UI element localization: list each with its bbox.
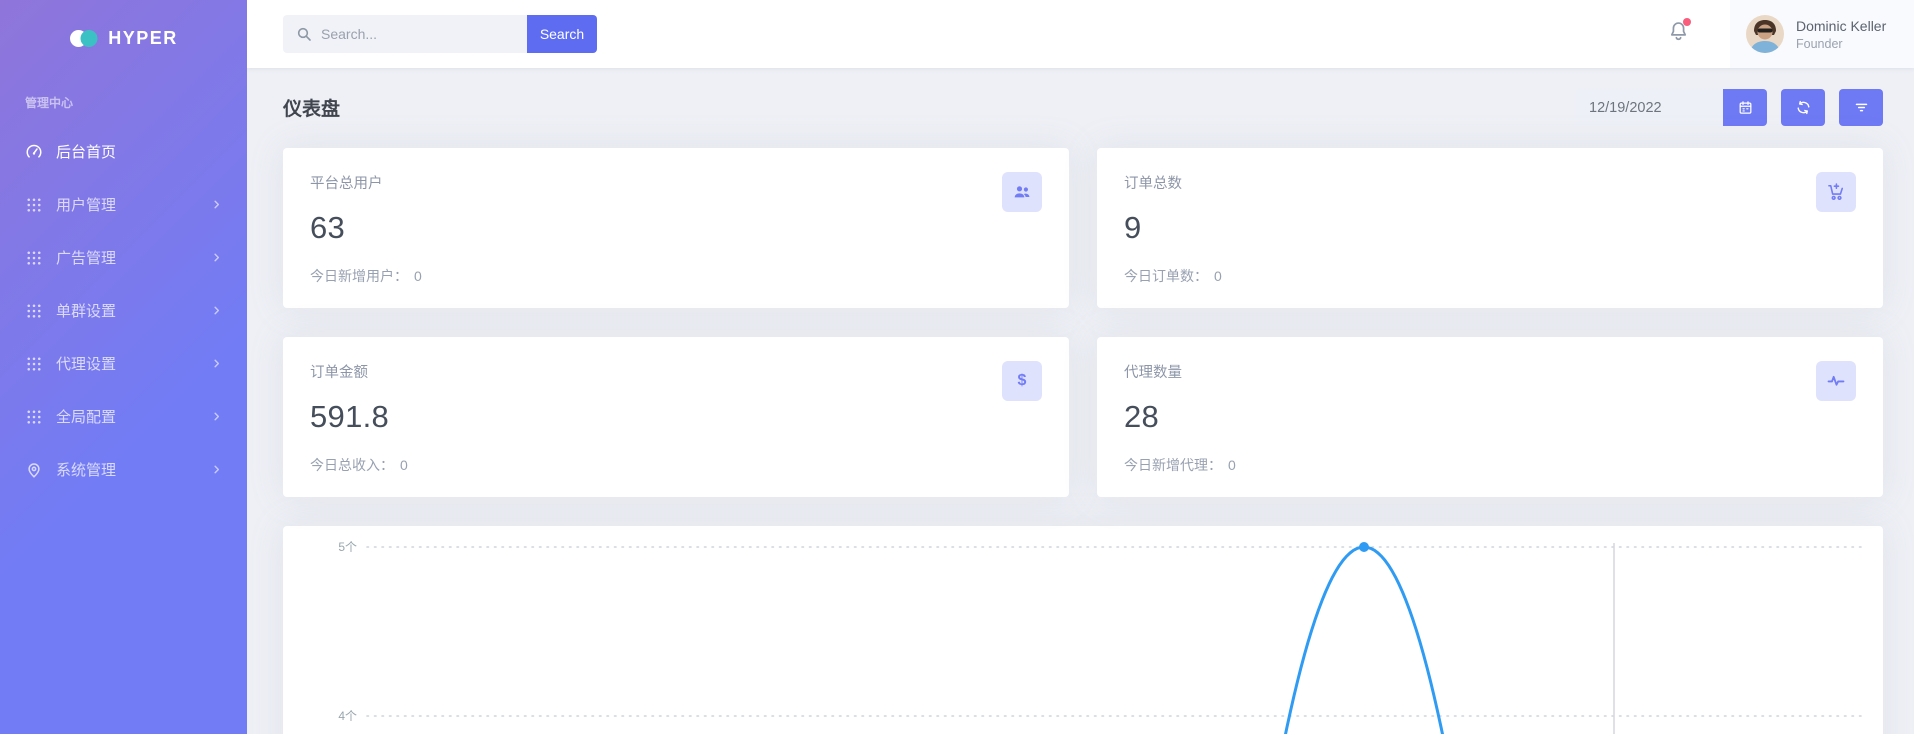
filter-icon — [1854, 100, 1869, 115]
notification-badge — [1683, 18, 1691, 26]
date-input[interactable] — [1575, 89, 1723, 126]
dollar-glyph: $ — [1018, 372, 1027, 390]
stat-subtitle-value: 0 — [1214, 268, 1222, 284]
sidebar-item-system-management[interactable]: 系统管理 — [0, 443, 247, 496]
content: 仪表盘 平台总用户 63 — [247, 68, 1914, 734]
sidebar-item-label: 用户管理 — [56, 194, 116, 215]
sidebar-item-label: 系统管理 — [56, 459, 116, 480]
user-name: Dominic Keller — [1796, 18, 1886, 34]
stat-card-agent-count: 代理数量 28 今日新增代理： 0 — [1097, 337, 1883, 497]
sidebar-section-label: 管理中心 — [0, 76, 247, 125]
calendar-button[interactable] — [1723, 89, 1767, 126]
sidebar-item-label: 单群设置 — [56, 300, 116, 321]
stat-subtitle-label: 今日新增代理： — [1124, 457, 1222, 473]
search-button[interactable]: Search — [527, 15, 597, 53]
head-controls — [1575, 89, 1883, 126]
search-icon — [296, 26, 312, 42]
stat-title: 代理数量 — [1124, 361, 1856, 382]
svg-text:5个: 5个 — [338, 540, 357, 554]
page-title: 仪表盘 — [283, 94, 340, 121]
map-pin-icon — [25, 461, 43, 479]
sidebar-item-group-settings[interactable]: 单群设置 — [0, 284, 247, 337]
search-input[interactable] — [283, 15, 527, 53]
stat-subtitle: 今日总收入： 0 — [310, 455, 408, 475]
logo-text: HYPER — [108, 28, 178, 49]
people-icon — [1002, 172, 1042, 212]
stat-value: 591.8 — [310, 399, 1042, 435]
chevron-right-icon — [211, 305, 222, 316]
filter-button[interactable] — [1839, 89, 1883, 126]
sidebar: HYPER 管理中心 后台首页 用户管理 广告管理 单群设置 代理设置 全局配置… — [0, 0, 247, 734]
refresh-button[interactable] — [1781, 89, 1825, 126]
svg-text:4个: 4个 — [338, 709, 357, 723]
logo-circles-icon — [69, 29, 99, 48]
sidebar-item-dashboard[interactable]: 后台首页 — [0, 125, 247, 178]
topbar-right: Dominic Keller Founder — [1667, 0, 1914, 68]
stat-card-total-users: 平台总用户 63 今日新增用户： 0 — [283, 148, 1069, 308]
calendar-icon — [1738, 100, 1753, 115]
search-group: Search — [283, 15, 597, 53]
refresh-icon — [1796, 100, 1811, 115]
stats-row-2: 订单金额 591.8 今日总收入： 0 $ 代理数量 28 今日新增代理： 0 — [283, 337, 1883, 497]
stat-subtitle-label: 今日订单数： — [1124, 268, 1208, 284]
user-menu[interactable]: Dominic Keller Founder — [1730, 0, 1914, 68]
sidebar-item-ad-management[interactable]: 广告管理 — [0, 231, 247, 284]
chevron-right-icon — [211, 199, 222, 210]
cart-plus-icon — [1816, 172, 1856, 212]
sidebar-item-label: 后台首页 — [56, 141, 116, 162]
stat-value: 28 — [1124, 399, 1856, 435]
grid-icon — [25, 408, 43, 426]
topbar: Search Dominic Keller — [247, 0, 1914, 68]
grid-icon — [25, 249, 43, 267]
app-logo[interactable]: HYPER — [0, 0, 247, 76]
notifications-button[interactable] — [1667, 20, 1690, 48]
speedometer-icon — [25, 143, 43, 161]
stat-subtitle-value: 0 — [414, 268, 422, 284]
stat-subtitle: 今日订单数： 0 — [1124, 266, 1222, 286]
sidebar-item-global-config[interactable]: 全局配置 — [0, 390, 247, 443]
stat-card-order-amount: 订单金额 591.8 今日总收入： 0 $ — [283, 337, 1069, 497]
stat-title: 平台总用户 — [310, 172, 1042, 193]
stat-value: 63 — [310, 210, 1042, 246]
stat-subtitle-label: 今日新增用户： — [310, 268, 408, 284]
chevron-right-icon — [211, 358, 222, 369]
user-role: Founder — [1796, 37, 1886, 51]
orders-line-chart[interactable]: 5个 4个 — [283, 526, 1883, 734]
grid-icon — [25, 196, 43, 214]
user-info: Dominic Keller Founder — [1796, 18, 1886, 51]
stat-subtitle-label: 今日总收入： — [310, 457, 394, 473]
stat-subtitle-value: 0 — [1228, 457, 1236, 473]
stat-card-total-orders: 订单总数 9 今日订单数： 0 — [1097, 148, 1883, 308]
chevron-right-icon — [211, 464, 222, 475]
grid-icon — [25, 302, 43, 320]
chart-canvas: 5个 4个 — [283, 526, 1883, 734]
sidebar-item-label: 全局配置 — [56, 406, 116, 427]
stat-subtitle-value: 0 — [400, 457, 408, 473]
sidebar-item-label: 广告管理 — [56, 247, 116, 268]
sidebar-item-user-management[interactable]: 用户管理 — [0, 178, 247, 231]
chevron-right-icon — [211, 411, 222, 422]
avatar — [1746, 15, 1784, 53]
sidebar-item-label: 代理设置 — [56, 353, 116, 374]
page-head: 仪表盘 — [283, 89, 1883, 126]
chevron-right-icon — [211, 252, 222, 263]
grid-icon — [25, 355, 43, 373]
dollar-icon: $ — [1002, 361, 1042, 401]
stat-subtitle: 今日新增代理： 0 — [1124, 455, 1236, 475]
stats-row-1: 平台总用户 63 今日新增用户： 0 订单总数 9 今日订单数： 0 — [283, 148, 1883, 308]
stat-subtitle: 今日新增用户： 0 — [310, 266, 422, 286]
stat-title: 订单总数 — [1124, 172, 1856, 193]
stat-title: 订单金额 — [310, 361, 1042, 382]
stat-value: 9 — [1124, 210, 1856, 246]
date-picker-group — [1575, 89, 1767, 126]
activity-icon — [1816, 361, 1856, 401]
sidebar-item-agent-settings[interactable]: 代理设置 — [0, 337, 247, 390]
